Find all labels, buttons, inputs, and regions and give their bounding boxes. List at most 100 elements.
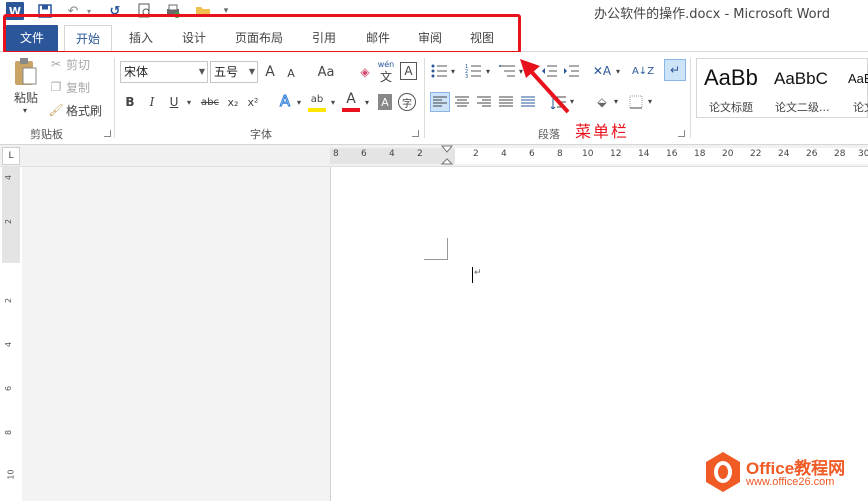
watermark-url: www.office26.com [746,476,835,488]
highlight-button[interactable]: ab [308,90,326,112]
ruler-number: 2 [4,297,14,304]
ruler-number: 22 [750,149,762,159]
svg-text:3: 3 [465,74,468,78]
clipboard-launcher-icon[interactable] [104,130,111,137]
window-title: 办公软件的操作.docx - Microsoft Word [594,7,830,22]
ruler-number: 4 [4,174,14,181]
ruler-number: 2 [473,149,479,159]
paste-dropdown-icon[interactable]: ▾ [18,105,32,115]
numbering-dropdown-icon[interactable]: ▾ [484,64,492,78]
paste-icon[interactable] [8,56,42,88]
bold-button[interactable]: B [122,92,138,112]
ruler-number: 12 [610,149,622,159]
phonetic-guide-label: 文 [379,69,392,84]
sort-icon[interactable]: A↓Z [632,60,654,82]
change-case-button[interactable]: Aa [312,62,340,82]
bullets-dropdown-icon[interactable]: ▾ [449,64,457,78]
character-shading-button[interactable]: A [378,94,392,110]
ruler-number: 4 [4,341,14,348]
chevron-down-icon: ▼ [198,67,205,76]
group-divider [424,58,425,138]
font-color-button[interactable]: A [342,90,360,112]
page-corner-mark [424,238,448,260]
underline-button[interactable]: U [166,92,182,112]
shrink-font-button[interactable]: A [284,64,298,82]
style-item[interactable]: AaB 论文 [841,59,868,117]
align-left-icon[interactable] [430,92,450,112]
cut-button[interactable]: 剪切 [66,56,96,72]
copy-button[interactable]: 复制 [66,79,96,95]
ruler-margin [2,167,20,263]
ruler-number: 4 [501,149,507,159]
align-center-icon[interactable] [452,92,472,112]
grow-font-button[interactable]: A [262,62,278,82]
highlight-dropdown-icon[interactable]: ▾ [328,92,338,112]
text-cursor [472,267,473,283]
vertical-ruler[interactable]: 4 2 2 4 6 8 10 [2,167,20,501]
ruler-number: 10 [6,469,16,480]
ruler-number: 8 [557,149,563,159]
justify-icon[interactable] [496,92,516,112]
paragraph-launcher-icon[interactable] [678,130,685,137]
ruler-number: 16 [666,149,678,159]
office-logo-icon [706,452,740,492]
show-marks-icon[interactable]: ↵ [664,59,686,81]
ruler-number: 28 [834,149,846,159]
subscript-button[interactable]: x₂ [224,92,242,112]
font-size-select[interactable]: 五号 ▼ [210,61,258,83]
clear-formatting-icon[interactable]: ◈ [356,62,374,82]
group-divider [690,58,691,138]
styles-gallery: AaBb 论文标题 AaBbC 论文二级... AaB 论文 [696,58,868,118]
superscript-button[interactable]: x² [244,92,262,112]
ruler-number: 4 [389,149,395,159]
chinese-layout-dropdown-icon[interactable]: ▾ [614,64,622,78]
annotation-label: 菜单栏 [575,122,630,141]
ruler-number: 6 [529,149,535,159]
format-painter-icon[interactable]: 🖌 [48,102,64,118]
enclose-characters-button[interactable]: 字 [398,93,416,111]
ruler-number: 26 [806,149,818,159]
italic-button[interactable]: I [144,92,160,112]
font-name-select[interactable]: 宋体 ▼ [120,61,208,83]
strikethrough-button[interactable]: abc [198,92,222,112]
align-right-icon[interactable] [474,92,494,112]
ruler-number: 8 [333,149,339,159]
ruler-number: 8 [4,429,14,436]
font-launcher-icon[interactable] [412,130,419,137]
shading-dropdown-icon[interactable]: ▾ [612,94,620,108]
ruler-number: 6 [4,385,14,392]
borders-dropdown-icon[interactable]: ▾ [646,94,654,108]
font-color-dropdown-icon[interactable]: ▾ [362,92,372,112]
font-group-label: 字体 [250,128,272,141]
underline-dropdown-icon[interactable]: ▾ [184,92,194,112]
indent-marker-icon[interactable] [441,145,453,167]
document-page[interactable] [330,167,868,501]
copy-icon[interactable]: ❐ [48,79,64,95]
format-painter-button[interactable]: 格式刷 [66,102,106,118]
ruler-number: 24 [778,149,790,159]
chevron-down-icon: ▼ [248,67,255,76]
chinese-layout-icon[interactable]: ✕A [592,62,612,80]
character-border-button[interactable]: A [400,62,417,80]
paste-button[interactable]: 粘贴 [6,89,46,105]
group-divider [114,58,115,138]
ruler-number: 14 [638,149,650,159]
tab-selector-button[interactable]: L [2,147,20,165]
numbering-icon[interactable]: 123 [464,62,482,80]
style-item[interactable]: AaBb 论文标题 [697,59,765,117]
ruler-number: 18 [694,149,706,159]
paragraph-mark-icon: ↵ [474,268,482,278]
horizontal-ruler[interactable]: 8 6 4 2 2 4 6 8 10 12 14 16 18 20 22 24 … [0,145,868,167]
cut-icon[interactable]: ✂ [48,56,64,72]
shading-icon[interactable]: ⬙ [592,92,612,112]
ruler-number: 2 [417,149,423,159]
borders-icon[interactable] [626,92,646,112]
ruler-number: 6 [361,149,367,159]
ruler-number: 30 [858,149,868,159]
text-effects-button[interactable]: A [276,90,294,112]
clipboard-group-label: 剪贴板 [30,128,63,141]
paragraph-group-label: 段落 [538,128,560,141]
bullets-icon[interactable] [430,62,448,80]
style-item[interactable]: AaBbC 论文二级... [767,59,839,117]
text-effects-dropdown-icon[interactable]: ▾ [294,92,304,112]
